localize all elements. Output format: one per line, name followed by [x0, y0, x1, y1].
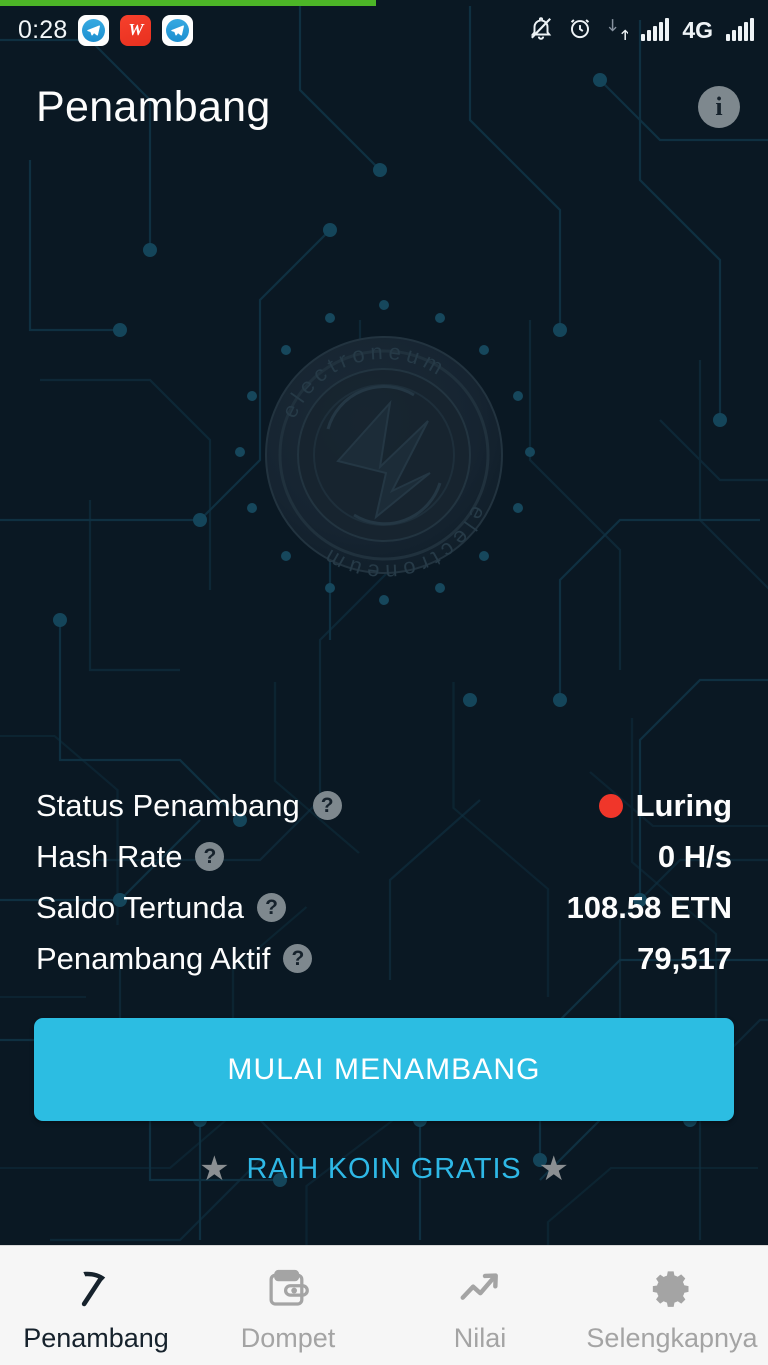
nav-item-label: Penambang	[23, 1323, 169, 1353]
page-title: Penambang	[36, 82, 271, 131]
telegram-icon	[162, 14, 194, 46]
trending-up-icon	[457, 1263, 503, 1315]
stat-value: 108.58 ETN	[567, 890, 732, 926]
signal-bars-icon	[641, 18, 670, 41]
help-icon[interactable]: ?	[256, 893, 286, 922]
stat-label: Status Penambang	[36, 787, 300, 823]
alarm-clock-icon	[567, 15, 593, 46]
stat-label: Saldo Tertunda	[36, 889, 244, 925]
stat-value: 79,517	[637, 941, 732, 977]
progress-fill	[0, 0, 377, 6]
system-status-bar: 0:28 W 4G	[0, 6, 768, 54]
nav-item-label: Selengkapnya	[586, 1323, 758, 1353]
wattpad-letter: W	[128, 20, 144, 39]
help-glyph: ?	[203, 845, 217, 868]
stat-value: Luring	[598, 787, 732, 824]
miner-screen: electroneum electroneum 0:28 W 4G Penamb…	[0, 0, 768, 1365]
stat-row: Saldo Tertunda? 108.58 ETN	[36, 882, 732, 933]
data-transfer-icon	[606, 16, 630, 45]
help-glyph: ?	[265, 896, 278, 919]
status-dot	[598, 793, 623, 818]
wallet-icon	[265, 1263, 311, 1315]
status-bar-right: 4G	[528, 15, 754, 46]
network-type-label: 4G	[682, 16, 713, 43]
cta-section: MULAI MENAMBANG ★ RAIH KOIN GRATIS ★	[0, 1018, 768, 1186]
app-bar: Penambang i	[0, 54, 768, 160]
help-icon[interactable]: ?	[283, 944, 313, 973]
help-icon[interactable]: ?	[312, 791, 342, 820]
telegram-icon	[78, 14, 110, 46]
free-coins-label: RAIH KOIN GRATIS	[246, 1152, 522, 1185]
stat-row: Hash Rate? 0 H/s	[36, 831, 732, 882]
miner-stats-list: Status Penambang? Luring Hash Rate? 0 H/s Sa…	[0, 780, 768, 984]
info-glyph: i	[715, 92, 723, 121]
info-icon[interactable]: i	[698, 86, 740, 128]
help-icon[interactable]: ?	[195, 842, 225, 871]
nav-item-selengkapnya[interactable]: Selengkapnya	[576, 1246, 768, 1365]
pickaxe-icon	[73, 1263, 119, 1315]
stat-row: Penambang Aktif? 79,517	[36, 933, 732, 984]
nav-item-dompet[interactable]: Dompet	[192, 1246, 384, 1365]
stat-row: Status Penambang? Luring	[36, 780, 732, 831]
nav-item-label: Dompet	[240, 1323, 336, 1353]
nav-item-penambang[interactable]: Penambang	[0, 1246, 192, 1365]
star-icon: ★	[538, 1150, 569, 1188]
stat-value-text: 79,517	[637, 940, 732, 976]
signal-bars-icon	[726, 18, 754, 41]
system-clock: 0:28	[18, 15, 68, 44]
status-bar-left: 0:28 W	[18, 14, 194, 46]
gear-icon	[650, 1263, 694, 1315]
stat-value-text: 108.58 ETN	[566, 889, 732, 925]
help-glyph: ?	[320, 794, 334, 817]
free-coins-link[interactable]: ★ RAIH KOIN GRATIS ★	[34, 1152, 734, 1186]
start-mining-button[interactable]: MULAI MENAMBANG	[34, 1018, 734, 1121]
stat-value-text: 0 H/s	[657, 838, 732, 874]
bell-muted-icon	[528, 15, 554, 46]
wattpad-icon: W	[120, 14, 152, 46]
top-progress-bar	[0, 0, 768, 6]
help-glyph: ?	[291, 947, 305, 970]
stat-label: Penambang Aktif	[36, 940, 271, 976]
stat-label: Hash Rate	[36, 838, 183, 874]
nav-item-label: Nilai	[453, 1323, 507, 1353]
nav-item-nilai[interactable]: Nilai	[384, 1246, 576, 1365]
bottom-navigation: Penambang Dompet Nilai Selengkapnya	[0, 1245, 768, 1365]
star-icon: ★	[199, 1150, 230, 1188]
stat-value-text: Luring	[635, 787, 732, 823]
stat-value: 0 H/s	[658, 839, 732, 875]
